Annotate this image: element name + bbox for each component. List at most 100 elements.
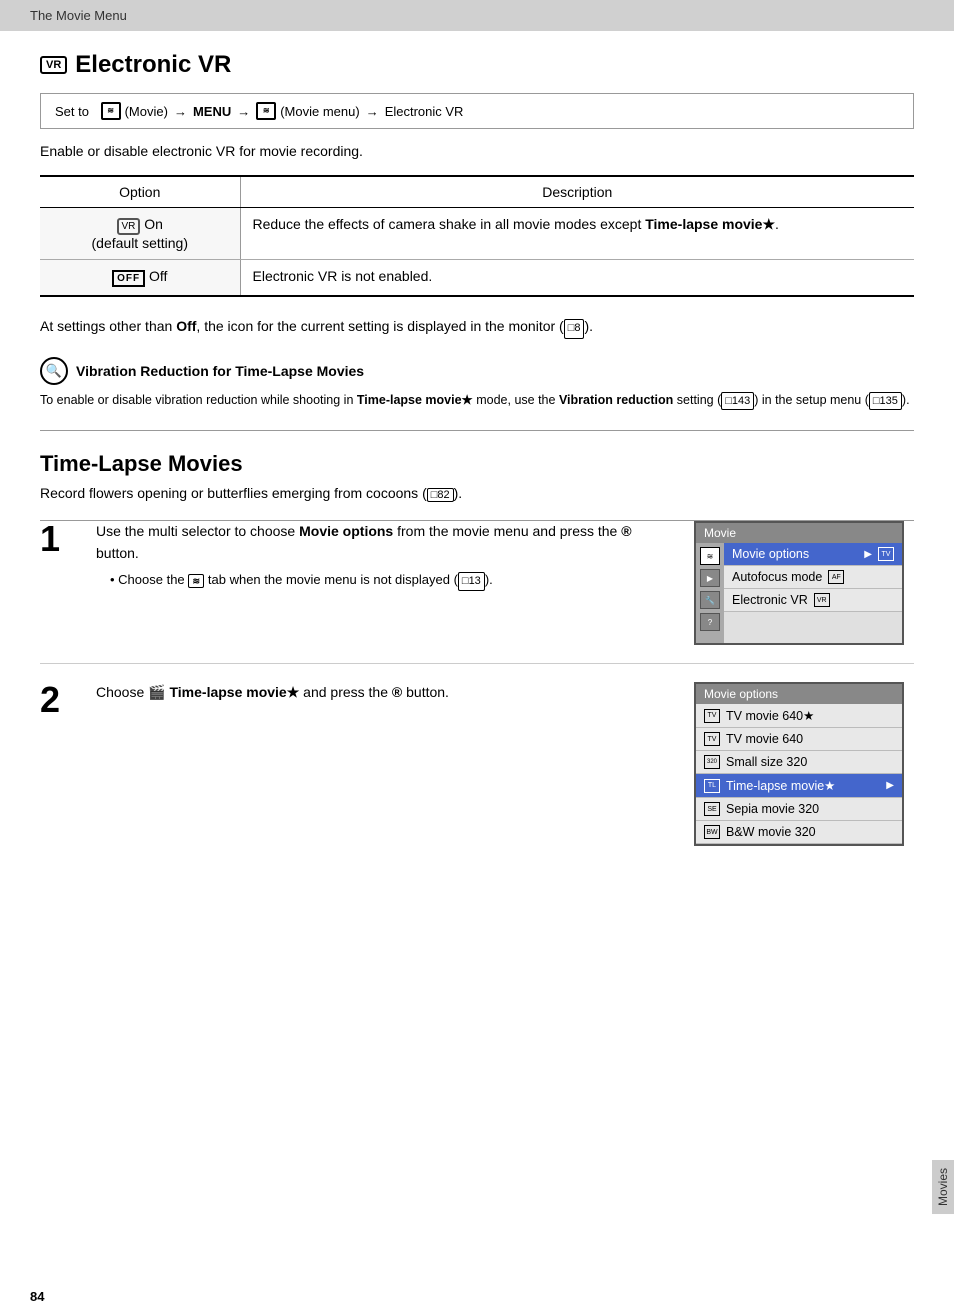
menu-items-panel-1: Movie options ▶ TV Autofocus mode AF Ele… [724, 543, 902, 643]
vr-note-icon: 🔍 [40, 357, 68, 385]
movie-options-bold: Movie options [299, 523, 393, 539]
vr-note-header: 🔍 Vibration Reduction for Time-Lapse Mov… [40, 357, 914, 385]
table-cell-option1: VR On (default setting) [40, 208, 240, 260]
item-label: TV movie 640 [726, 732, 803, 746]
menu-item-label: Electronic VR [732, 593, 808, 607]
on-icon: VR [117, 218, 141, 235]
ok-button-ref: ® [621, 523, 631, 539]
menu-item-tv640star: TV TV movie 640★ [696, 704, 902, 728]
icon-bw: BW [704, 825, 720, 839]
menu-item-bw: BW B&W movie 320 [696, 821, 902, 844]
vr-note-body: To enable or disable vibration reduction… [40, 391, 914, 411]
menu-item-small320: 320 Small size 320 [696, 751, 902, 774]
page: The Movie Menu VR Electronic VR Set to ≋… [0, 0, 954, 1314]
ok-button-ref2: ® [392, 684, 402, 700]
table-cell-desc1: Reduce the effects of camera shake in al… [240, 208, 914, 260]
menu-sidebar-1: ≋ ▶ 🔧 ? [696, 543, 724, 643]
nav-arrow2: → [237, 104, 250, 119]
icon-tv1: TV [704, 709, 720, 723]
sidebar-icon-active: ≋ [700, 547, 720, 565]
menu-mockup-title-1: Movie [696, 523, 902, 543]
icon-tv2: TV [704, 732, 720, 746]
content-area: VR Electronic VR Set to ≋ (Movie) → MENU… [0, 31, 954, 902]
nav-movie-menu-icon: ≋ [256, 102, 276, 120]
nav-destination: Electronic VR [385, 104, 464, 119]
movie-menu-mockup: Movie ≋ ▶ 🔧 ? Movie options ▶ [694, 521, 904, 645]
nav-movie-label: (Movie) [125, 104, 168, 119]
step-1: 1 Use the multi selector to choose Movie… [40, 521, 914, 664]
step-2-content: Choose 🎬 Time-lapse movie★ and press the… [96, 682, 678, 846]
book-ref-135: □135 [869, 392, 902, 411]
evr-description: Enable or disable electronic VR for movi… [40, 143, 914, 159]
menu-item-icon-tv: TV [878, 547, 894, 561]
step-2-text: Choose 🎬 Time-lapse movie★ and press the… [96, 682, 678, 704]
menu-item-sepia: SE Sepia movie 320 [696, 798, 902, 821]
nav-box: Set to ≋ (Movie) → MENU → ≋ (Movie menu)… [40, 93, 914, 129]
book-ref-143: □143 [721, 392, 754, 411]
section-divider [40, 430, 914, 431]
menu-item-icon-vr: VR [814, 593, 830, 607]
off-icon: OFF [112, 270, 145, 287]
evr-icon: VR [40, 56, 67, 74]
step-2-menu: Movie options TV TV movie 640★ TV TV mov… [694, 682, 914, 846]
step-1-content: Use the multi selector to choose Movie o… [96, 521, 678, 645]
table-col2-header: Description [240, 176, 914, 208]
item-label: Time-lapse movie★ [726, 778, 835, 793]
step-1-text: Use the multi selector to choose Movie o… [96, 521, 678, 564]
book-ref-13: □13 [458, 572, 485, 591]
evr-note: At settings other than Off, the icon for… [40, 315, 914, 339]
nav-set-to: Set to [55, 104, 89, 119]
timelapse-bold-2: Time-lapse movie★ [357, 393, 473, 407]
evr-section-title: VR Electronic VR [40, 51, 914, 79]
nav-arrow1: → [174, 104, 187, 119]
step-2: 2 Choose 🎬 Time-lapse movie★ and press t… [40, 682, 914, 864]
item-label: Sepia movie 320 [726, 802, 819, 816]
step-1-sub: Choose the ≋ tab when the movie menu is … [110, 570, 678, 591]
nav-movie-icon: ≋ [101, 102, 121, 120]
step1-tab-icon: ≋ [188, 574, 204, 588]
menu-item-movie-options: Movie options ▶ TV [724, 543, 902, 566]
sidebar-label: Movies [932, 1160, 954, 1214]
timelapse-bold-3: Time-lapse movie★ [169, 684, 299, 700]
evr-title-text: Electronic VR [75, 51, 231, 79]
timelapse-icon-ref: 🎬 [148, 684, 165, 700]
step-1-number: 1 [40, 521, 80, 645]
default-setting-label: (default setting) [92, 235, 189, 251]
table-row: VR On (default setting) Reduce the effec… [40, 208, 914, 260]
table-cell-desc2: Electronic VR is not enabled. [240, 260, 914, 297]
sidebar-icon-play: ▶ [700, 569, 720, 587]
page-number: 84 [30, 1289, 44, 1304]
nav-arrow3: → [366, 104, 379, 119]
step-2-number: 2 [40, 682, 80, 846]
icon-320: 320 [704, 755, 720, 769]
menu-arrow: ▶ [864, 549, 872, 560]
vibration-reduction-bold: Vibration reduction [559, 393, 673, 407]
book-ref-8: □8 [564, 319, 585, 339]
timelapse-bold-1: Time-lapse movie★ [645, 216, 775, 232]
icon-tl: TL [704, 779, 720, 793]
item-label: TV movie 640★ [726, 708, 814, 723]
table-cell-option2: OFF Off [40, 260, 240, 297]
options-table: Option Description VR On (default settin… [40, 175, 914, 297]
menu-item-icon-af: AF [828, 570, 844, 584]
page-footer: 84 [0, 1279, 954, 1314]
timelapse-title: Time-Lapse Movies [40, 451, 914, 477]
item-label: B&W movie 320 [726, 825, 816, 839]
table-row: OFF Off Electronic VR is not enabled. [40, 260, 914, 297]
off-bold: Off [176, 318, 196, 334]
menu-item-label: Autofocus mode [732, 570, 822, 584]
on-label: On [144, 216, 163, 232]
menu-item-timelapse: TL Time-lapse movie★ ▶ [696, 774, 902, 798]
sidebar-icon-wrench: 🔧 [700, 591, 720, 609]
sidebar-icon-q: ? [700, 613, 720, 631]
menu-items-panel-2: TV TV movie 640★ TV TV movie 640 320 Sma… [696, 704, 902, 844]
menu-layout-1: ≋ ▶ 🔧 ? Movie options ▶ TV [696, 543, 902, 643]
timelapse-description: Record flowers opening or butterflies em… [40, 485, 914, 502]
step-1-menu: Movie ≋ ▶ 🔧 ? Movie options ▶ [694, 521, 914, 645]
icon-se: SE [704, 802, 720, 816]
vr-note-title: Vibration Reduction for Time-Lapse Movie… [76, 363, 364, 379]
nav-menu-label: MENU [193, 104, 231, 119]
header-text: The Movie Menu [30, 8, 127, 23]
book-ref-82: □82 [427, 488, 454, 502]
menu-mockup-title-2: Movie options [696, 684, 902, 704]
